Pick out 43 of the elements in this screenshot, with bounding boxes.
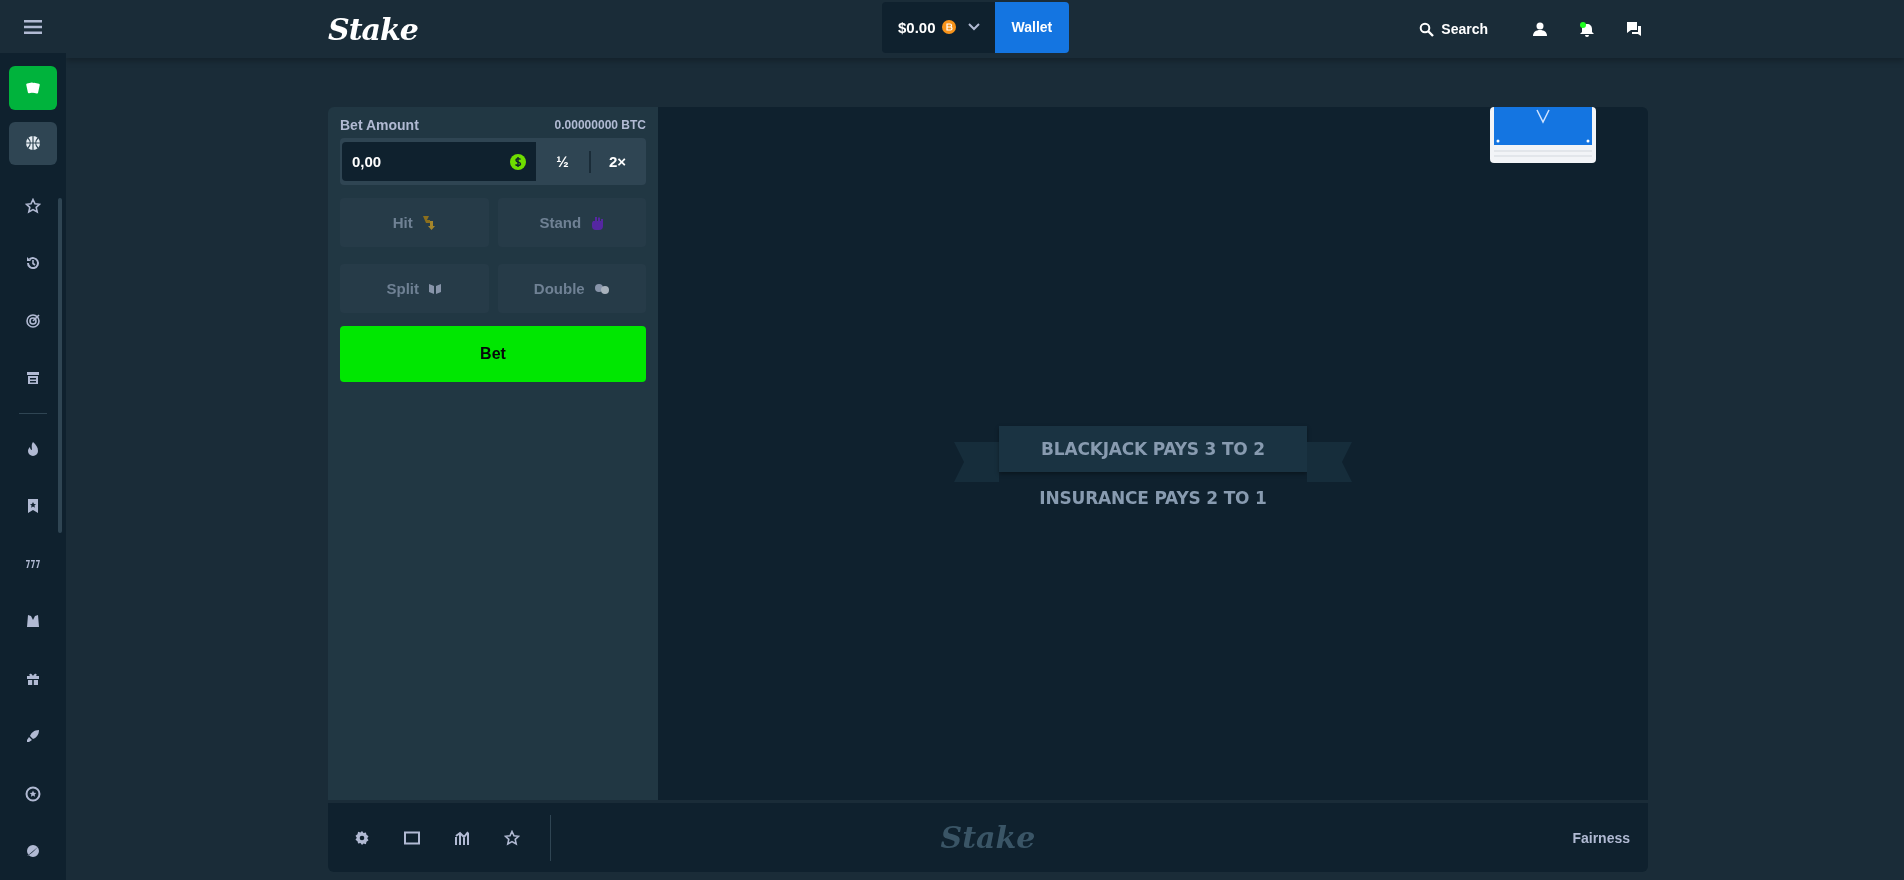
fire-icon[interactable] (25, 440, 41, 457)
star-icon[interactable] (25, 197, 41, 214)
insurance-text: INSURANCE PAYS 2 TO 1 (1039, 488, 1267, 508)
window-icon[interactable] (404, 830, 420, 845)
double-bet-button[interactable]: 2× (591, 142, 644, 181)
bet-amount-label: Bet Amount (340, 117, 419, 133)
bet-amount-field[interactable]: 0,00 (342, 142, 536, 181)
notification-bell-icon[interactable] (1578, 21, 1596, 37)
coin-icon (510, 153, 526, 170)
search-button[interactable]: Search (1413, 20, 1494, 38)
bookmark-icon[interactable] (25, 498, 41, 515)
sports-tile[interactable] (9, 121, 57, 165)
star-icon[interactable] (504, 829, 520, 846)
logo-watermark: Stake (940, 820, 1036, 855)
payout-banner: BLACKJACK PAYS 3 TO 2 (999, 426, 1307, 472)
split-cards-icon (428, 282, 442, 295)
receipt-icon[interactable] (25, 370, 41, 387)
bet-button[interactable]: Bet (340, 326, 646, 382)
wallet-button[interactable]: Wallet (994, 1, 1070, 53)
casino-tile[interactable] (9, 66, 57, 110)
ribbon-tail-drawing (954, 442, 1000, 482)
logo[interactable]: Stake (328, 11, 628, 47)
search-icon (1419, 21, 1435, 37)
history-icon[interactable] (25, 255, 41, 272)
bitcoin-icon (941, 20, 956, 34)
user-icon[interactable] (1532, 21, 1548, 37)
chart-icon[interactable] (454, 829, 470, 846)
chevron-down-icon (967, 23, 980, 31)
arrows-icon (421, 214, 436, 231)
menu-icon[interactable] (24, 18, 42, 35)
ribbon-tail-drawing (1306, 442, 1352, 482)
balance-dropdown[interactable]: $0.00 (882, 1, 995, 53)
ball-icon (24, 134, 42, 153)
hand-icon (590, 215, 605, 230)
chip-icon[interactable] (25, 785, 41, 802)
target-icon[interactable] (25, 312, 41, 329)
fairness-link[interactable]: Fairness (1572, 829, 1630, 846)
crypto-amount: 0.00000000 BTC (554, 118, 646, 132)
chat-icon[interactable] (1626, 21, 1642, 37)
half-button[interactable]: ½ (536, 142, 589, 181)
suit-icon[interactable] (25, 613, 41, 630)
chips-icon (593, 282, 610, 295)
settings-icon[interactable] (354, 829, 370, 846)
